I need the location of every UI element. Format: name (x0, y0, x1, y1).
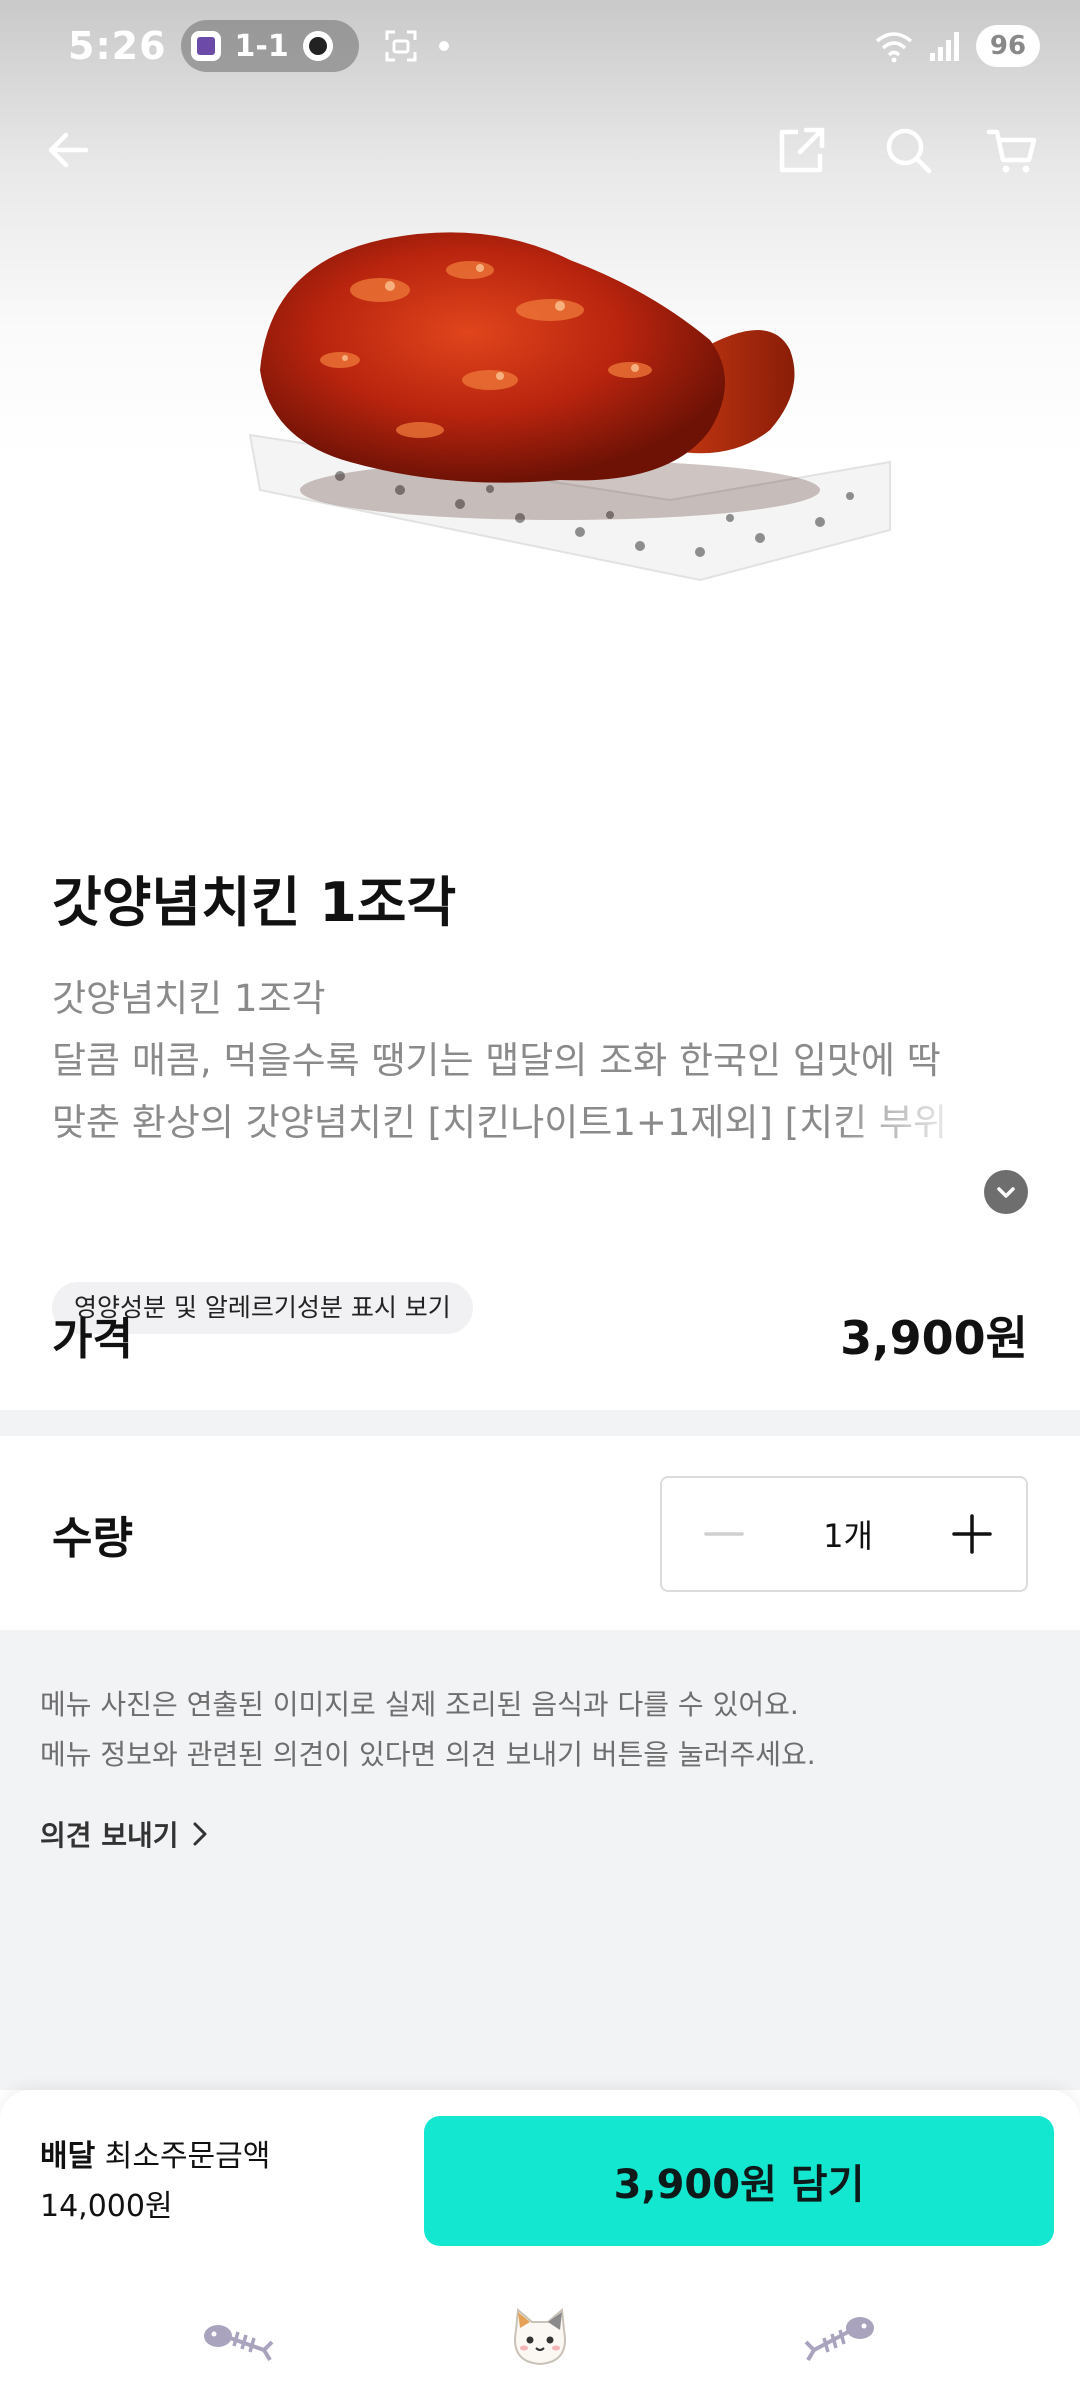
chevron-down-icon (997, 1187, 1015, 1198)
share-icon (779, 127, 825, 173)
fishbone-recents-icon[interactable] (800, 2300, 880, 2380)
product-image (248, 232, 891, 582)
product-description: 갓양념치킨 1조각 달콤 매콤, 먹을수록 땡기는 맵달의 조화 한국인 입맛에… (52, 968, 1028, 1258)
price-label: 가격 (52, 1314, 133, 1365)
product-info: 갓양념치킨 1조각 갓양념치킨 1조각 달콤 매콤, 먹을수록 땡기는 맵달의 … (0, 800, 1080, 1334)
delivery-label: 배달 (40, 2139, 96, 2174)
add-to-cart-button[interactable]: 3,900원 담기 (424, 2116, 1054, 2246)
cat-home-icon[interactable] (500, 2300, 580, 2380)
top-navigation (0, 110, 1080, 190)
fishbone-back-icon[interactable] (198, 2300, 278, 2380)
live-score-pill[interactable]: 1-1 (180, 20, 359, 72)
cart-icon (986, 129, 1037, 173)
live-score: 1-1 (234, 28, 289, 64)
search-icon (886, 128, 932, 174)
wifi-icon (875, 32, 913, 63)
product-hero: 5:26 1-1 96 (0, 0, 1080, 800)
notice-section: 메뉴 사진은 연출된 이미지로 실제 조리된 음식과 다를 수 있어요. 메뉴 … (0, 1630, 1080, 2090)
share-button[interactable] (774, 122, 830, 178)
product-detail-page: 5:26 1-1 96 갓양념치킨 1조각 갓양념치킨 1조각 달콤 매콤, 먹… (0, 0, 1080, 2400)
decrease-button[interactable] (694, 1504, 754, 1564)
status-clock: 5:26 (68, 24, 167, 68)
plus-icon (952, 1514, 992, 1554)
increase-button[interactable] (942, 1504, 1002, 1564)
cart-button[interactable] (984, 122, 1040, 178)
search-button[interactable] (880, 122, 936, 178)
gesture-navigation-bar (0, 2300, 1080, 2390)
feedback-link-label: 의견 보내기 (40, 1819, 179, 1852)
notice-line: 메뉴 정보와 관련된 의견이 있다면 의견 보내기 버튼을 눌러주세요. (40, 1738, 816, 1771)
send-feedback-link[interactable]: 의견 보내기 (40, 1814, 211, 1854)
price-row: 가격 3,900원 (52, 1300, 1028, 1370)
quantity-stepper: 1개 (660, 1476, 1028, 1592)
description-line: 맞춘 환상의 갓양념치킨 [치킨나이트1+1제외] [치킨 부위 (52, 1101, 948, 1144)
notification-dot-icon (438, 41, 449, 51)
price-value: 3,900원 (840, 1311, 1028, 1365)
quantity-value: 1개 (823, 1517, 873, 1555)
team-b-icon (302, 31, 333, 61)
min-order-label-line: 배달 최소주문금액 (40, 2132, 270, 2182)
section-divider (0, 1410, 1080, 1436)
min-order-value: 14,000원 (40, 2189, 173, 2224)
back-button[interactable] (40, 122, 96, 178)
minus-icon (704, 1532, 744, 1536)
back-arrow-icon (48, 132, 89, 168)
chevron-right-icon (193, 1822, 207, 1846)
description-line: 갓양념치킨 1조각 (52, 977, 326, 1020)
notice-line: 메뉴 사진은 연출된 이미지로 실제 조리된 음식과 다를 수 있어요. (40, 1688, 799, 1721)
signal-icon (930, 32, 959, 61)
product-title: 갓양념치킨 1조각 (52, 871, 457, 934)
screenshot-icon (385, 30, 417, 62)
team-a-icon (190, 31, 221, 61)
battery-indicator: 96 (976, 25, 1040, 67)
quantity-row: 수량 1개 (52, 1476, 1028, 1592)
expand-description-button[interactable] (984, 1170, 1028, 1214)
status-bar: 5:26 1-1 96 (0, 0, 1080, 92)
min-order-info: 배달 최소주문금액 14,000원 (40, 2132, 270, 2232)
description-line: 달콤 매콤, 먹을수록 땡기는 맵달의 조화 한국인 입맛에 딱 (52, 1039, 941, 1082)
min-order-label: 최소주문금액 (104, 2139, 271, 2174)
bottom-order-bar: 배달 최소주문금액 14,000원 3,900원 담기 (0, 2090, 1080, 2400)
quantity-label: 수량 (52, 1513, 133, 1564)
